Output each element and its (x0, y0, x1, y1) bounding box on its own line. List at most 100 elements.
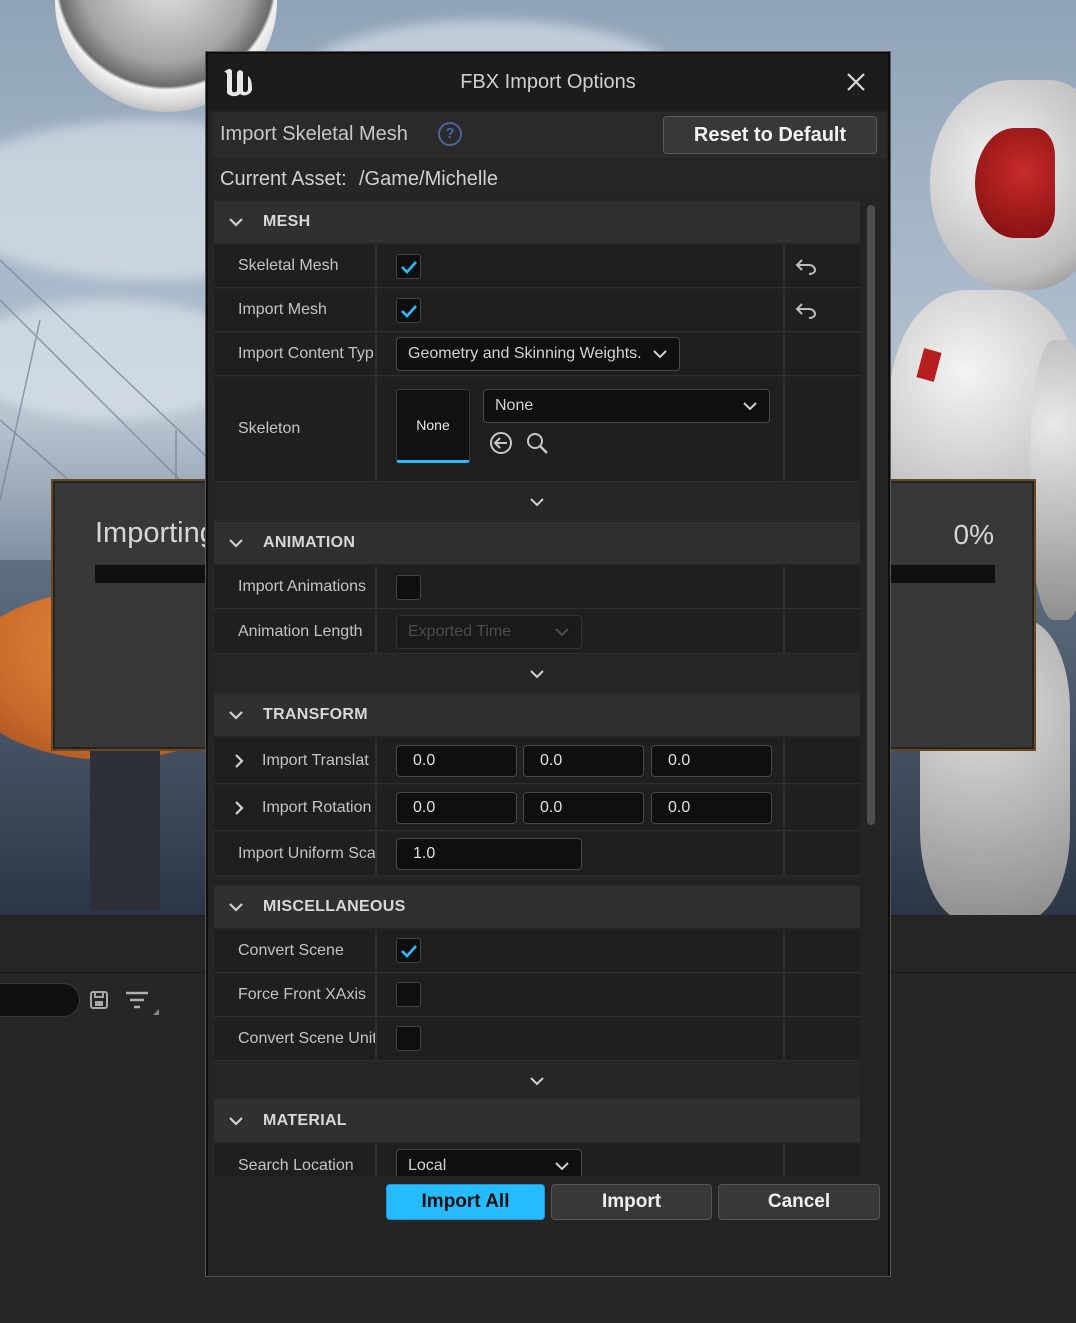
import-all-button[interactable]: Import All (386, 1184, 545, 1220)
chevron-down-icon (229, 1117, 243, 1126)
chevron-down-icon (229, 711, 243, 720)
column-divider (783, 377, 785, 481)
reset-to-default-arrow-icon[interactable] (794, 257, 818, 277)
section-header-mesh[interactable]: MESH (214, 201, 860, 243)
column-divider (375, 333, 377, 375)
property-label: Animation Length (238, 623, 363, 640)
property-label: Import Mesh (238, 301, 327, 318)
chevron-right-icon[interactable] (232, 754, 246, 768)
chevron-down-icon (743, 402, 757, 411)
column-divider (783, 785, 785, 830)
search-location-dropdown[interactable]: Local (396, 1149, 582, 1176)
scrollbar-thumb[interactable] (867, 205, 875, 825)
property-row-skeletal-mesh: Skeletal Mesh (214, 245, 860, 288)
property-row-import-animations: Import Animations (214, 566, 860, 609)
property-label: Import Content Typ (238, 345, 374, 362)
property-label: Skeleton (238, 420, 301, 437)
translation-y-field[interactable]: 0.0 (523, 745, 644, 777)
section-header-miscellaneous[interactable]: MISCELLANEOUS (214, 886, 860, 928)
import-content-type-dropdown[interactable]: Geometry and Skinning Weights. (396, 337, 680, 371)
property-label: Import Uniform Sca (238, 845, 375, 862)
mesh-advanced-expander[interactable] (214, 483, 860, 521)
import-mesh-checkbox[interactable] (396, 298, 421, 323)
convert-scene-unit-checkbox[interactable] (396, 1026, 421, 1051)
chevron-right-icon[interactable] (232, 801, 246, 815)
column-divider (783, 333, 785, 375)
convert-scene-checkbox[interactable] (396, 938, 421, 963)
dropdown-value: None (495, 397, 534, 414)
skeleton-asset-thumbnail[interactable]: None (396, 389, 470, 463)
import-type-header: Import Skeletal Mesh ? Reset to Default (212, 112, 886, 158)
property-row-import-content-type: Import Content Typ Geometry and Skinning… (214, 333, 860, 376)
column-divider (783, 566, 785, 608)
options-scroll-area[interactable]: MESH Skeletal Mesh Import Mesh Import Co… (214, 201, 882, 1176)
rotation-z-field[interactable]: 0.0 (651, 792, 772, 824)
property-label: Import Animations (238, 578, 367, 595)
column-divider (783, 832, 785, 875)
section-header-material[interactable]: MATERIAL (214, 1100, 860, 1142)
uniform-scale-field[interactable]: 1.0 (396, 838, 582, 870)
column-divider (783, 1144, 785, 1176)
section-title: ANIMATION (263, 534, 356, 551)
search-icon[interactable] (525, 431, 549, 455)
reset-to-default-arrow-icon[interactable] (794, 301, 818, 321)
translation-x-field[interactable]: 0.0 (396, 745, 517, 777)
translation-z-field[interactable]: 0.0 (651, 745, 772, 777)
skeleton-asset-picker[interactable]: None (483, 389, 770, 423)
rotation-y-field[interactable]: 0.0 (523, 792, 644, 824)
rotation-x-field[interactable]: 0.0 (396, 792, 517, 824)
column-divider (783, 974, 785, 1016)
reset-to-default-button[interactable]: Reset to Default (663, 116, 877, 154)
chevron-down-icon (229, 539, 243, 548)
property-label: Search Location (238, 1157, 354, 1174)
property-row-import-mesh: Import Mesh (214, 289, 860, 332)
section-title: TRANSFORM (263, 706, 368, 723)
column-divider (375, 245, 377, 287)
miscellaneous-advanced-expander[interactable] (214, 1062, 860, 1100)
current-asset-label: Current Asset: (220, 168, 347, 190)
import-button[interactable]: Import (551, 1184, 712, 1220)
chevron-down-icon (229, 903, 243, 912)
dropdown-value: Local (408, 1157, 447, 1174)
cancel-button[interactable]: Cancel (718, 1184, 880, 1220)
save-icon[interactable] (89, 990, 109, 1010)
column-divider (783, 289, 785, 331)
property-row-import-uniform-scale: Import Uniform Sca 1.0 (214, 832, 860, 876)
property-label: Force Front XAxis (238, 986, 367, 1003)
animation-advanced-expander[interactable] (214, 655, 860, 693)
section-header-animation[interactable]: ANIMATION (214, 522, 860, 564)
column-divider (783, 930, 785, 972)
property-label: Skeletal Mesh (238, 257, 339, 274)
chevron-down-icon (229, 218, 243, 227)
chevron-down-icon (530, 1077, 544, 1086)
content-browser-search-input[interactable] (0, 983, 80, 1017)
column-divider (783, 245, 785, 287)
current-asset-row: Current Asset: /Game/Michelle (212, 160, 886, 198)
checkmark-icon (401, 305, 417, 318)
property-row-convert-scene-unit: Convert Scene Unit (214, 1018, 860, 1061)
section-header-transform[interactable]: TRANSFORM (214, 694, 860, 736)
filter-icon[interactable] (124, 989, 160, 1017)
column-divider (375, 785, 377, 830)
property-label: Convert Scene Unit (238, 1030, 375, 1047)
property-row-import-rotation: Import Rotation 0.0 0.0 0.0 (214, 785, 860, 831)
column-divider (375, 566, 377, 608)
column-divider (375, 610, 377, 653)
current-asset-path: /Game/Michelle (359, 168, 498, 190)
help-icon[interactable]: ? (438, 122, 462, 146)
force-front-xaxis-checkbox[interactable] (396, 982, 421, 1007)
chevron-down-icon (530, 498, 544, 507)
skeletal-mesh-checkbox[interactable] (396, 254, 421, 279)
close-icon[interactable] (844, 70, 868, 94)
dialog-title-bar[interactable]: FBX Import Options (208, 54, 888, 110)
section-title: MATERIAL (263, 1112, 347, 1129)
column-divider (375, 289, 377, 331)
robot-visor (975, 128, 1055, 238)
column-divider (375, 1144, 377, 1176)
import-animations-checkbox[interactable] (396, 575, 421, 600)
column-divider (375, 377, 377, 481)
property-row-animation-length: Animation Length Exported Time (214, 610, 860, 654)
use-selected-asset-icon[interactable] (489, 431, 513, 455)
animation-length-dropdown: Exported Time (396, 615, 582, 649)
property-label: Convert Scene (238, 942, 344, 959)
